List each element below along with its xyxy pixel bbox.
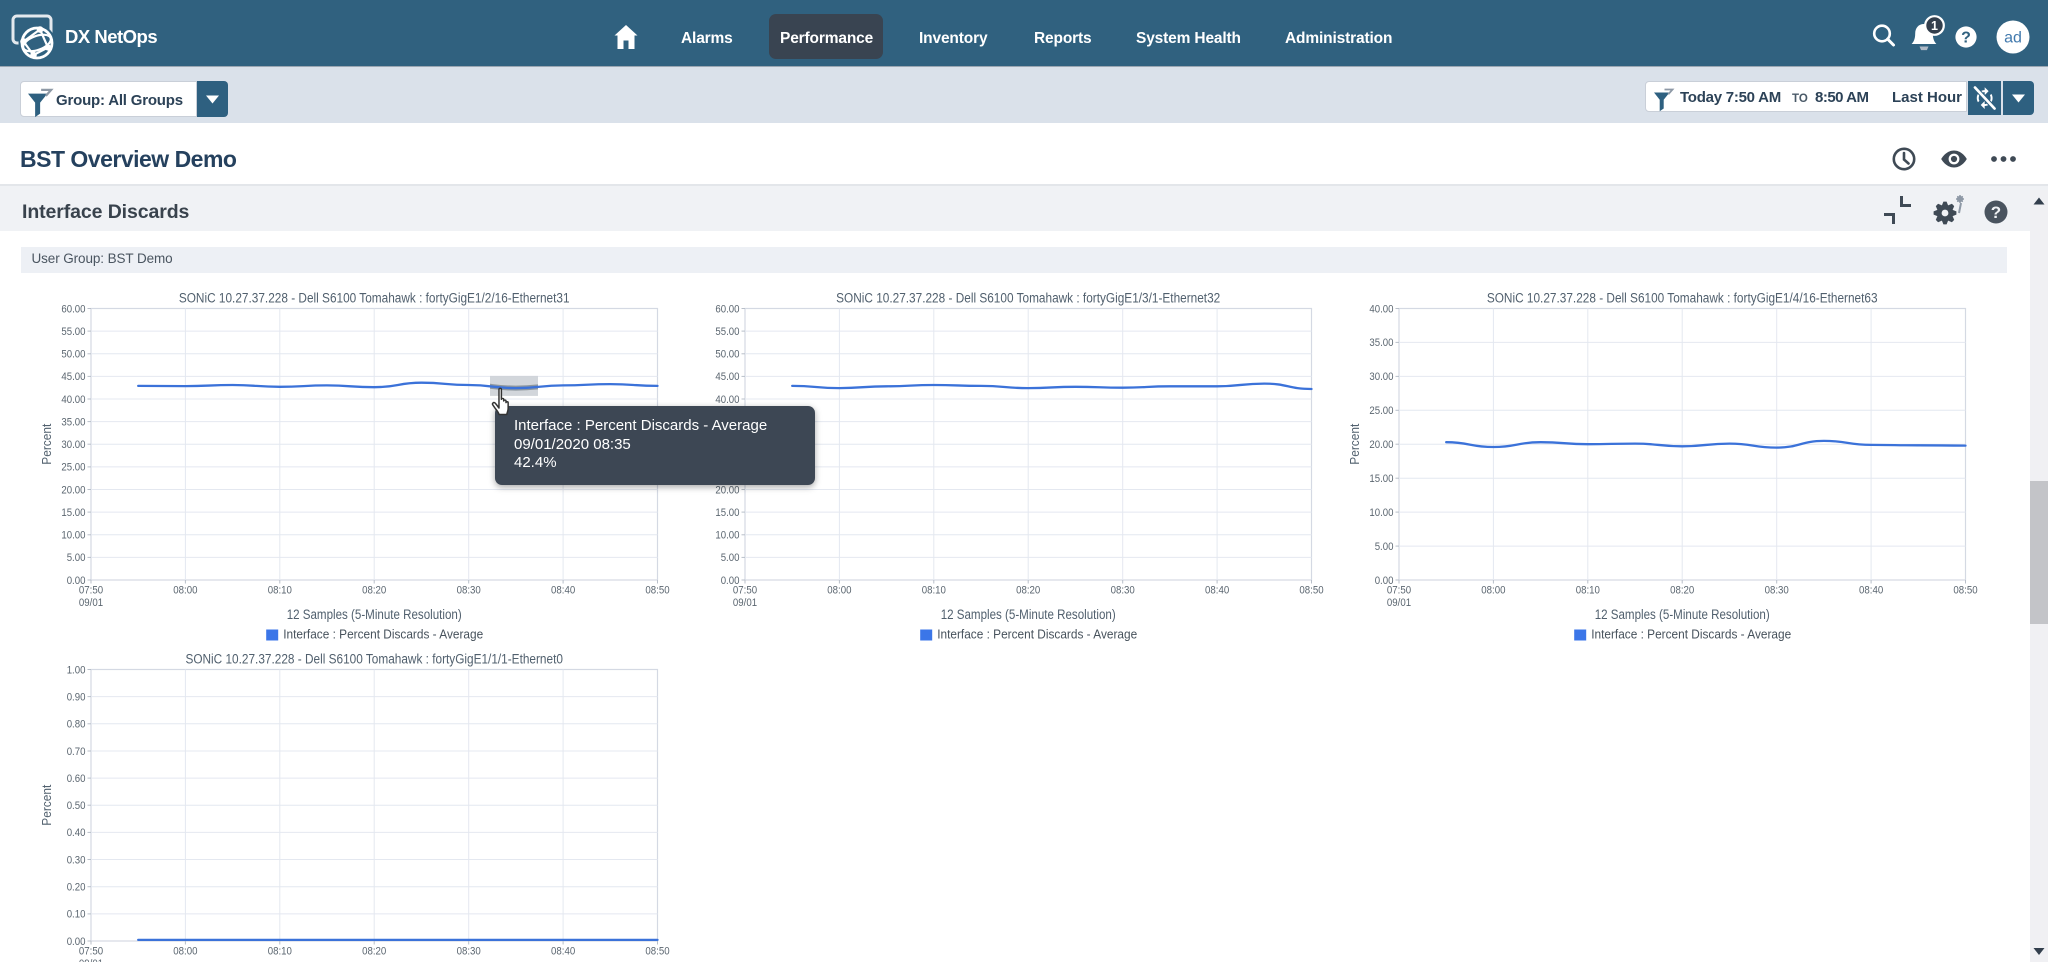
svg-text:08:20: 08:20 [1670, 585, 1694, 597]
svg-text:Percent: Percent [1347, 423, 1362, 464]
svg-text:25.00: 25.00 [61, 462, 85, 474]
svg-text:SONiC 10.27.37.228 - Dell S610: SONiC 10.27.37.228 - Dell S6100 Tomahawk… [185, 652, 563, 667]
svg-text:08:40: 08:40 [551, 585, 575, 597]
svg-text:1: 1 [1931, 19, 1938, 33]
svg-text:30.00: 30.00 [61, 439, 85, 451]
svg-text:Interface : Percent Discards -: Interface : Percent Discards - Average [1591, 627, 1791, 642]
svg-text:08:00: 08:00 [173, 946, 197, 958]
svg-text:5.00: 5.00 [721, 552, 740, 564]
svg-text:08:50: 08:50 [645, 946, 669, 958]
svg-text:08:30: 08:30 [457, 585, 481, 597]
svg-text:ad: ad [2004, 30, 2022, 47]
svg-text:07:50: 07:50 [79, 585, 103, 597]
svg-text:35.00: 35.00 [1369, 337, 1393, 349]
svg-text:0.20: 0.20 [67, 882, 86, 894]
svg-text:0.10: 0.10 [67, 909, 86, 921]
svg-text:5.00: 5.00 [1375, 541, 1394, 553]
svg-text:09/01: 09/01 [79, 958, 103, 962]
svg-text:45.00: 45.00 [715, 371, 739, 383]
svg-text:08:00: 08:00 [1481, 585, 1505, 597]
svg-text:0.80: 0.80 [67, 719, 86, 731]
svg-text:09/01: 09/01 [79, 597, 103, 609]
svg-text:12 Samples (5-Minute Resolutio: 12 Samples (5-Minute Resolution) [1595, 607, 1770, 622]
svg-text:0.40: 0.40 [67, 827, 86, 839]
svg-text:08:50: 08:50 [1953, 585, 1977, 597]
svg-text:SONiC 10.27.37.228 - Dell S610: SONiC 10.27.37.228 - Dell S6100 Tomahawk… [836, 291, 1220, 306]
svg-text:0.70: 0.70 [67, 746, 86, 758]
svg-text:35.00: 35.00 [61, 416, 85, 428]
svg-text:07:50: 07:50 [1387, 585, 1411, 597]
svg-text:0.50: 0.50 [67, 800, 86, 812]
svg-text:45.00: 45.00 [61, 371, 85, 383]
svg-text:50.00: 50.00 [61, 349, 85, 361]
svg-text:Interface : Percent Discards -: Interface : Percent Discards - Average [283, 627, 483, 642]
svg-text:15.00: 15.00 [61, 507, 85, 519]
svg-text:0.90: 0.90 [67, 691, 86, 703]
svg-text:08:00: 08:00 [173, 585, 197, 597]
svg-text:30.00: 30.00 [1369, 371, 1393, 383]
svg-text:10.00: 10.00 [61, 530, 85, 542]
svg-text:60.00: 60.00 [715, 303, 739, 315]
svg-text:SONiC 10.27.37.228 - Dell S610: SONiC 10.27.37.228 - Dell S6100 Tomahawk… [1487, 291, 1878, 306]
svg-text:SONiC 10.27.37.228 - Dell S610: SONiC 10.27.37.228 - Dell S6100 Tomahawk… [179, 291, 570, 306]
svg-text:50.00: 50.00 [715, 349, 739, 361]
svg-text:08:10: 08:10 [922, 585, 946, 597]
svg-text:1.00: 1.00 [67, 664, 86, 676]
svg-text:09/01: 09/01 [1387, 597, 1411, 609]
svg-text:10.00: 10.00 [1369, 507, 1393, 519]
svg-text:07:50: 07:50 [79, 946, 103, 958]
svg-text:08:10: 08:10 [268, 585, 292, 597]
svg-text:12 Samples (5-Minute Resolutio: 12 Samples (5-Minute Resolution) [287, 607, 462, 622]
svg-text:08:40: 08:40 [551, 946, 575, 958]
svg-text:25.00: 25.00 [1369, 405, 1393, 417]
svg-text:08:30: 08:30 [457, 946, 481, 958]
svg-text:20.00: 20.00 [715, 484, 739, 496]
svg-text:?: ? [1961, 30, 1971, 47]
svg-text:?: ? [1991, 203, 2001, 222]
svg-text:15.00: 15.00 [715, 507, 739, 519]
svg-text:07:50: 07:50 [733, 585, 757, 597]
svg-text:09/01: 09/01 [733, 597, 757, 609]
svg-text:08:10: 08:10 [268, 946, 292, 958]
svg-text:12 Samples (5-Minute Resolutio: 12 Samples (5-Minute Resolution) [941, 607, 1116, 622]
svg-text:Percent: Percent [39, 784, 54, 825]
svg-text:08:10: 08:10 [1576, 585, 1600, 597]
svg-text:08:50: 08:50 [645, 585, 669, 597]
svg-text:08:40: 08:40 [1859, 585, 1883, 597]
svg-text:08:20: 08:20 [362, 946, 386, 958]
svg-text:Interface : Percent Discards -: Interface : Percent Discards - Average [937, 627, 1137, 642]
svg-text:0.30: 0.30 [67, 854, 86, 866]
svg-text:0.60: 0.60 [67, 773, 86, 785]
svg-text:15.00: 15.00 [1369, 473, 1393, 485]
svg-text:Percent: Percent [39, 423, 54, 464]
svg-text:08:20: 08:20 [362, 585, 386, 597]
svg-text:40.00: 40.00 [715, 394, 739, 406]
svg-text:08:30: 08:30 [1765, 585, 1789, 597]
svg-text:5.00: 5.00 [67, 552, 86, 564]
svg-text:08:30: 08:30 [1111, 585, 1135, 597]
svg-text:08:20: 08:20 [1016, 585, 1040, 597]
svg-text:20.00: 20.00 [61, 484, 85, 496]
svg-text:60.00: 60.00 [61, 303, 85, 315]
svg-text:55.00: 55.00 [715, 326, 739, 338]
svg-text:20.00: 20.00 [1369, 439, 1393, 451]
svg-text:40.00: 40.00 [1369, 303, 1393, 315]
svg-text:55.00: 55.00 [61, 326, 85, 338]
svg-text:40.00: 40.00 [61, 394, 85, 406]
svg-text:08:50: 08:50 [1299, 585, 1323, 597]
svg-text:08:40: 08:40 [1205, 585, 1229, 597]
svg-text:10.00: 10.00 [715, 530, 739, 542]
svg-text:08:00: 08:00 [827, 585, 851, 597]
